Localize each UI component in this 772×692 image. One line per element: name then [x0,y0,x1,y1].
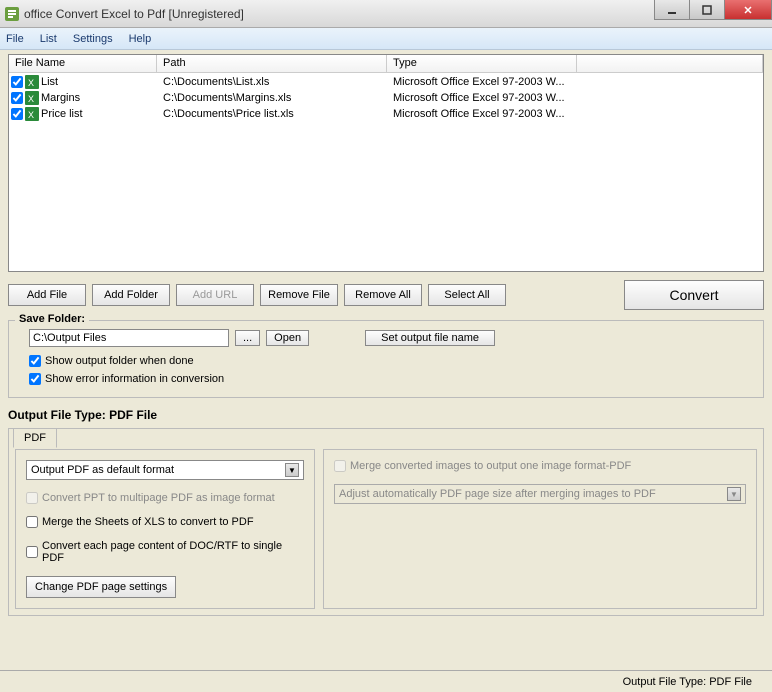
row-filename: Price list [41,108,83,120]
status-text: Output File Type: PDF File [623,676,752,688]
excel-icon: X [25,107,39,121]
merge-images-panel: Merge converted images to output one ima… [323,449,757,609]
col-header-path[interactable]: Path [157,55,387,72]
set-output-name-button[interactable]: Set output file name [365,330,495,346]
svg-text:X: X [28,94,34,104]
maximize-button[interactable] [689,0,725,20]
show-folder-label: Show output folder when done [45,355,194,367]
merge-sheets-row: Merge the Sheets of XLS to convert to PD… [26,516,304,528]
pdf-page-settings-button[interactable]: Change PDF page settings [26,576,176,598]
table-row[interactable]: X Margins C:\Documents\Margins.xls Micros… [9,90,763,106]
window-controls [655,0,772,20]
window-title: office Convert Excel to Pdf [Unregistere… [24,7,244,21]
table-row[interactable]: X List C:\Documents\List.xls Microsoft Of… [9,74,763,90]
show-error-row: Show error information in conversion [29,373,753,385]
convert-button[interactable]: Convert [624,280,764,310]
table-row[interactable]: XPrice list C:\Documents\Price list.xls … [9,106,763,122]
merge-sheets-label: Merge the Sheets of XLS to convert to PD… [42,516,254,528]
menu-file[interactable]: File [6,33,24,45]
adjust-size-combo: Adjust automatically PDF page size after… [334,484,746,504]
col-header-filename[interactable]: File Name [9,55,157,72]
titlebar: office Convert Excel to Pdf [Unregistere… [0,0,772,28]
save-path-input[interactable] [29,329,229,347]
add-file-button[interactable]: Add File [8,284,86,306]
adjust-size-value: Adjust automatically PDF page size after… [339,488,656,500]
show-folder-row: Show output folder when done [29,355,753,367]
remove-all-button[interactable]: Remove All [344,284,422,306]
excel-icon: X [25,91,39,105]
show-folder-checkbox[interactable] [29,355,41,367]
output-type-label: Output File Type: PDF File [8,408,764,422]
save-folder-row: ... Open Set output file name [29,329,753,347]
row-path: C:\Documents\Price list.xls [157,108,387,120]
col-header-spacer [577,55,763,72]
pdf-options-panel: Output PDF as default format ▼ Convert P… [15,449,315,609]
row-type: Microsoft Office Excel 97-2003 W... [387,108,577,120]
convert-ppt-label: Convert PPT to multipage PDF as image fo… [42,492,275,504]
merge-images-row: Merge converted images to output one ima… [334,460,746,472]
row-path: C:\Documents\List.xls [157,76,387,88]
maximize-icon [702,5,712,15]
menubar: File List Settings Help [0,28,772,50]
chevron-down-icon: ▼ [285,463,299,477]
merge-sheets-checkbox[interactable] [26,516,38,528]
each-page-checkbox[interactable] [26,546,38,558]
pdf-format-combo[interactable]: Output PDF as default format ▼ [26,460,304,480]
merge-images-checkbox [334,460,346,472]
convert-ppt-row: Convert PPT to multipage PDF as image fo… [26,492,304,504]
row-type: Microsoft Office Excel 97-2003 W... [387,92,577,104]
list-header: File Name Path Type [9,55,763,73]
add-url-button: Add URL [176,284,254,306]
pdf-format-value: Output PDF as default format [31,464,174,476]
svg-text:X: X [28,78,34,88]
save-folder-legend: Save Folder: [15,313,89,325]
show-error-label: Show error information in conversion [45,373,224,385]
open-button[interactable]: Open [266,330,309,346]
minimize-icon [667,5,677,15]
excel-icon: X [25,75,39,89]
file-list[interactable]: File Name Path Type X List C:\Documents\L… [8,54,764,272]
app-icon [4,6,20,22]
row-path: C:\Documents\Margins.xls [157,92,387,104]
minimize-button[interactable] [654,0,690,20]
toolbar-row: Add File Add Folder Add URL Remove File … [8,280,764,310]
merge-images-label: Merge converted images to output one ima… [350,460,631,472]
row-checkbox[interactable] [11,76,23,88]
each-page-label: Convert each page content of DOC/RTF to … [42,540,304,564]
save-folder-fieldset: Save Folder: ... Open Set output file na… [8,320,764,398]
convert-ppt-checkbox [26,492,38,504]
row-type: Microsoft Office Excel 97-2003 W... [387,76,577,88]
col-header-type[interactable]: Type [387,55,577,72]
tab-pdf[interactable]: PDF [13,428,57,448]
browse-button[interactable]: ... [235,330,260,346]
row-checkbox[interactable] [11,92,23,104]
row-filename: Margins [41,92,80,104]
close-button[interactable] [724,0,772,20]
tab-frame: PDF Output PDF as default format ▼ Conve… [8,428,764,616]
chevron-down-icon: ▼ [727,487,741,501]
select-all-button[interactable]: Select All [428,284,506,306]
remove-file-button[interactable]: Remove File [260,284,338,306]
each-page-row: Convert each page content of DOC/RTF to … [26,540,304,564]
statusbar: Output File Type: PDF File [0,670,772,692]
menu-help[interactable]: Help [129,33,152,45]
row-checkbox[interactable] [11,108,23,120]
menu-settings[interactable]: Settings [73,33,113,45]
svg-text:X: X [28,110,34,120]
show-error-checkbox[interactable] [29,373,41,385]
close-icon [743,5,753,15]
row-filename: List [41,76,58,88]
list-body: X List C:\Documents\List.xls Microsoft Of… [9,73,763,123]
menu-list[interactable]: List [40,33,57,45]
add-folder-button[interactable]: Add Folder [92,284,170,306]
